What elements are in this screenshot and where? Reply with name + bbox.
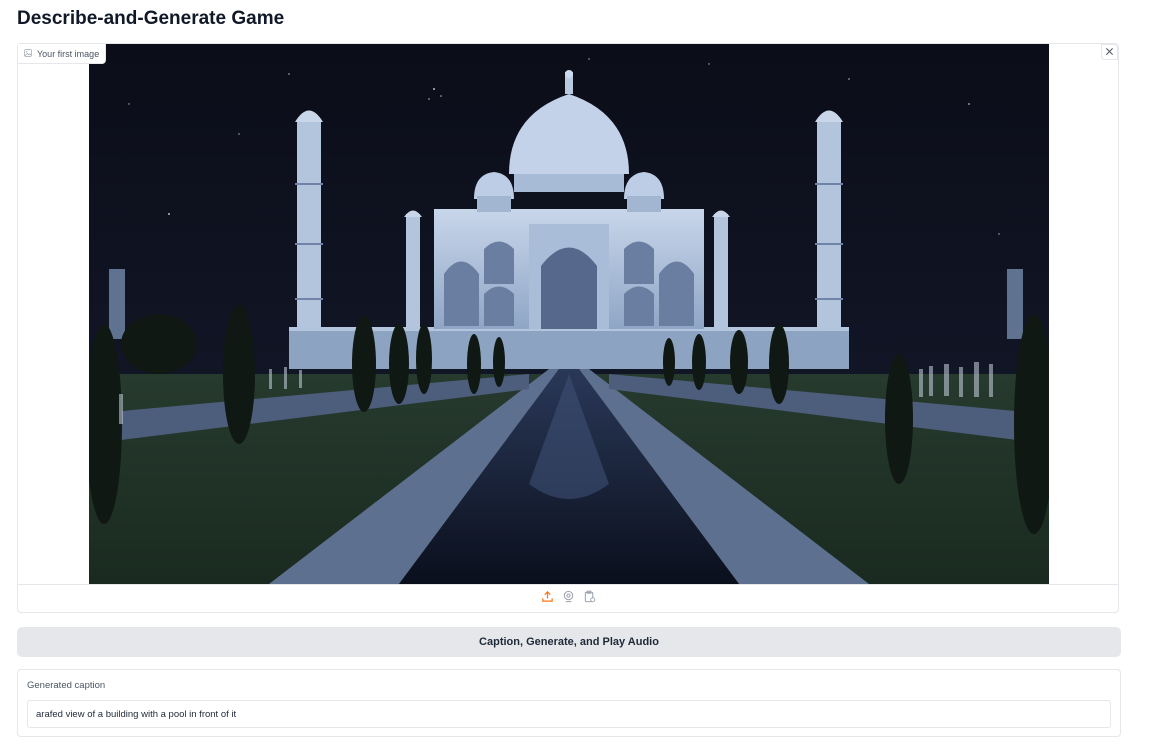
uploaded-image [89, 44, 1049, 584]
caption-generate-play-button[interactable]: Caption, Generate, and Play Audio [17, 627, 1121, 657]
clipboard-icon [583, 590, 596, 608]
clear-image-button[interactable] [1101, 44, 1118, 60]
upload-icon [541, 590, 554, 608]
image-input-block: Your first image [17, 43, 1119, 613]
close-icon [1105, 43, 1114, 61]
page-title: Describe-and-Generate Game [17, 8, 285, 29]
app-root: Describe-and-Generate Game Your first im… [0, 0, 1152, 746]
webcam-source-button[interactable] [561, 590, 575, 608]
image-input-label: Your first image [18, 44, 107, 64]
upload-source-button[interactable] [540, 590, 554, 608]
caption-label: Generated caption [27, 680, 106, 691]
image-source-bar [18, 584, 1118, 613]
webcam-icon [562, 590, 575, 608]
image-icon [24, 48, 32, 59]
clipboard-source-button[interactable] [582, 590, 596, 608]
caption-output-field[interactable] [27, 700, 1111, 728]
caption-block: Generated caption [17, 669, 1121, 737]
image-input-label-text: Your first image [37, 48, 100, 59]
